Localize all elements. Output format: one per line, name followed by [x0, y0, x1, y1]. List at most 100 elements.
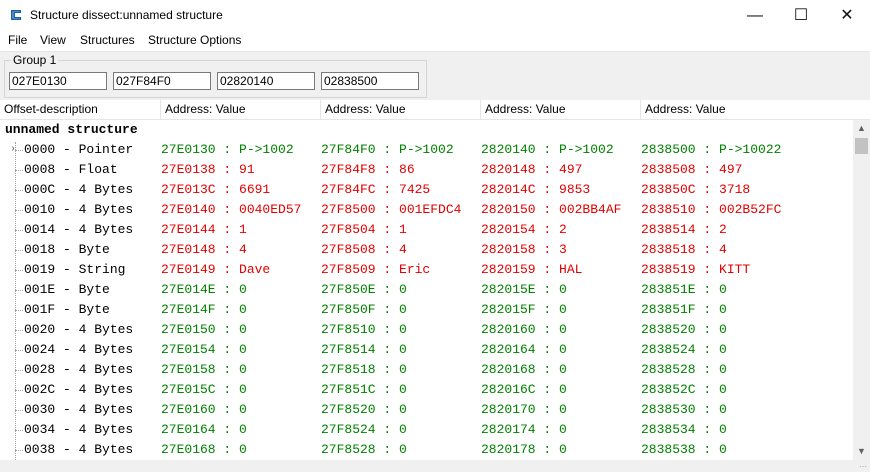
address-value-cell: 27E0148 : 4 [161, 242, 247, 257]
address-value-cell: 2838524 : 0 [641, 342, 727, 357]
address-field-1[interactable] [9, 72, 107, 90]
address-value-cell: 2838510 : 002B52FC [641, 202, 782, 217]
address-value-cell: 283851F : 0 [641, 302, 727, 317]
tree-branch-line [15, 310, 23, 311]
tree-row[interactable]: 0018 - Byte 27E0148 : 4 27F8508 : 4 2820158… [0, 240, 853, 260]
minimize-button[interactable]: — [732, 0, 778, 31]
tree-row[interactable]: 0038 - 4 Bytes 27E0168 : 0 27F8528 : 0 2820… [0, 440, 853, 460]
menu-structure-options[interactable]: Structure Options [148, 33, 241, 47]
tree-row[interactable]: 0014 - 4 Bytes 27E0144 : 1 27F8504 : 1 2820… [0, 220, 853, 240]
offset-description: 0038 - 4 Bytes [24, 442, 134, 457]
offset-description: 001E - Byte [24, 282, 110, 297]
tree-row[interactable]: › 0000 - Pointer 27E0130 : P->1002 27F84F0 … [0, 140, 853, 160]
scroll-thumb[interactable] [855, 138, 868, 154]
cheat-engine-icon [11, 10, 21, 20]
column-header: Offset-description Address: Value Addres… [0, 100, 870, 120]
address-value-cell: 27E0144 : 1 [161, 222, 247, 237]
address-value-cell: 27F84F8 : 86 [321, 162, 415, 177]
address-field-4[interactable] [321, 72, 419, 90]
structure-tree[interactable]: unnamed structure › 0000 - Pointer 27E0130… [0, 120, 853, 460]
scroll-up-icon[interactable]: ▲ [853, 120, 870, 137]
address-value-cell: 27E0130 : P->1002 [161, 142, 294, 157]
address-value-cell: 283852C : 0 [641, 382, 727, 397]
tree-row[interactable]: 0008 - Float 27E0138 : 91 27F84F8 : 86 2820… [0, 160, 853, 180]
address-value-cell: 27E014F : 0 [161, 302, 247, 317]
resize-grip-icon[interactable]: ⋯ [859, 462, 867, 471]
address-value-cell: 27E0150 : 0 [161, 322, 247, 337]
address-value-cell: 27F8528 : 0 [321, 442, 407, 457]
address-value-cell: 27F8510 : 0 [321, 322, 407, 337]
address-value-cell: 27F84FC : 7425 [321, 182, 431, 197]
tree-row[interactable]: 0034 - 4 Bytes 27E0164 : 0 27F8524 : 0 2820… [0, 420, 853, 440]
tree-row[interactable]: 000C - 4 Bytes 27E013C : 6691 27F84FC : 74… [0, 180, 853, 200]
tree-row[interactable]: 002C - 4 Bytes 27E015C : 0 27F851C : 0 2820… [0, 380, 853, 400]
offset-description: 0018 - Byte [24, 242, 110, 257]
address-value-cell: 27F84F0 : P->1002 [321, 142, 454, 157]
tree-row[interactable]: 0024 - 4 Bytes 27E0154 : 0 27F8514 : 0 2820… [0, 340, 853, 360]
address-value-cell: 27F8500 : 001EFDC4 [321, 202, 462, 217]
address-value-cell: 2838538 : 0 [641, 442, 727, 457]
address-value-cell: 2838534 : 0 [641, 422, 727, 437]
address-value-cell: 2820154 : 2 [481, 222, 567, 237]
address-value-cell: 2838519 : KITT [641, 262, 751, 277]
tree-branch-line [15, 170, 23, 171]
tree-branch-line [15, 270, 23, 271]
vertical-scrollbar[interactable]: ▲ ▼ [853, 120, 870, 460]
address-value-cell: 282016C : 0 [481, 382, 567, 397]
minimize-icon: — [747, 7, 763, 24]
header-address-value-1[interactable]: Address: Value [161, 100, 321, 119]
address-value-cell: 2838520 : 0 [641, 322, 727, 337]
address-value-cell: 283851E : 0 [641, 282, 727, 297]
address-value-cell: 27E0154 : 0 [161, 342, 247, 357]
window-title: Structure dissect:unnamed structure [30, 8, 223, 22]
tree-row[interactable]: 0020 - 4 Bytes 27E0150 : 0 27F8510 : 0 2820… [0, 320, 853, 340]
tree-row[interactable]: 001F - Byte 27E014F : 0 27F850F : 0 282015F… [0, 300, 853, 320]
address-value-cell: 27E013C : 6691 [161, 182, 271, 197]
tree-row[interactable]: 0010 - 4 Bytes 27E0140 : 0040ED57 27F8500 … [0, 200, 853, 220]
tree-branch-line [15, 210, 23, 211]
offset-description: 002C - 4 Bytes [24, 382, 134, 397]
tree-connector [15, 142, 16, 460]
offset-description: 0020 - 4 Bytes [24, 322, 134, 337]
offset-description: 0019 - String [24, 262, 126, 277]
address-field-2[interactable] [113, 72, 211, 90]
offset-description: 0028 - 4 Bytes [24, 362, 134, 377]
menu-file[interactable]: File [8, 33, 27, 47]
address-value-cell: 27E0149 : Dave [161, 262, 271, 277]
address-value-cell: 2820158 : 3 [481, 242, 567, 257]
tree-branch-line [15, 370, 23, 371]
close-button[interactable]: ✕ [824, 0, 870, 31]
header-address-value-2[interactable]: Address: Value [321, 100, 481, 119]
address-value-cell: 27E014E : 0 [161, 282, 247, 297]
tree-row[interactable]: 0019 - String 27E0149 : Dave 27F8509 : Eri… [0, 260, 853, 280]
status-strip [0, 460, 853, 472]
address-value-cell: 282014C : 9853 [481, 182, 591, 197]
root-node-label[interactable]: unnamed structure [5, 122, 138, 137]
address-value-cell: 2820159 : HAL [481, 262, 583, 277]
tree-row[interactable]: 0030 - 4 Bytes 27E0160 : 0 27F8520 : 0 2820… [0, 400, 853, 420]
address-value-cell: 2838500 : P->10022 [641, 142, 782, 157]
address-value-cell: 27F850E : 0 [321, 282, 407, 297]
address-value-cell: 2838530 : 0 [641, 402, 727, 417]
offset-description: 0030 - 4 Bytes [24, 402, 134, 417]
header-offset-description[interactable]: Offset-description [0, 100, 161, 119]
address-value-cell: 27F8520 : 0 [321, 402, 407, 417]
tree-row[interactable]: 001E - Byte 27E014E : 0 27F850E : 0 282015E… [0, 280, 853, 300]
scroll-down-icon[interactable]: ▼ [853, 443, 870, 460]
menu-view[interactable]: View [40, 33, 66, 47]
address-value-cell: 2820170 : 0 [481, 402, 567, 417]
tree-row[interactable]: 0028 - 4 Bytes 27E0158 : 0 27F8518 : 0 2820… [0, 360, 853, 380]
maximize-button[interactable]: ☐ [778, 0, 824, 31]
maximize-icon: ☐ [793, 7, 809, 24]
menu-structures[interactable]: Structures [80, 33, 135, 47]
address-value-cell: 2820148 : 497 [481, 162, 583, 177]
menu-bar: File View Structures Structure Options [0, 31, 870, 51]
tree-branch-line [15, 430, 23, 431]
address-field-3[interactable] [217, 72, 315, 90]
address-value-cell: 2820168 : 0 [481, 362, 567, 377]
offset-description: 001F - Byte [24, 302, 110, 317]
address-value-cell: 27F8518 : 0 [321, 362, 407, 377]
header-address-value-3[interactable]: Address: Value [481, 100, 641, 119]
header-address-value-4[interactable]: Address: Value [641, 100, 853, 119]
offset-description: 0010 - 4 Bytes [24, 202, 134, 217]
